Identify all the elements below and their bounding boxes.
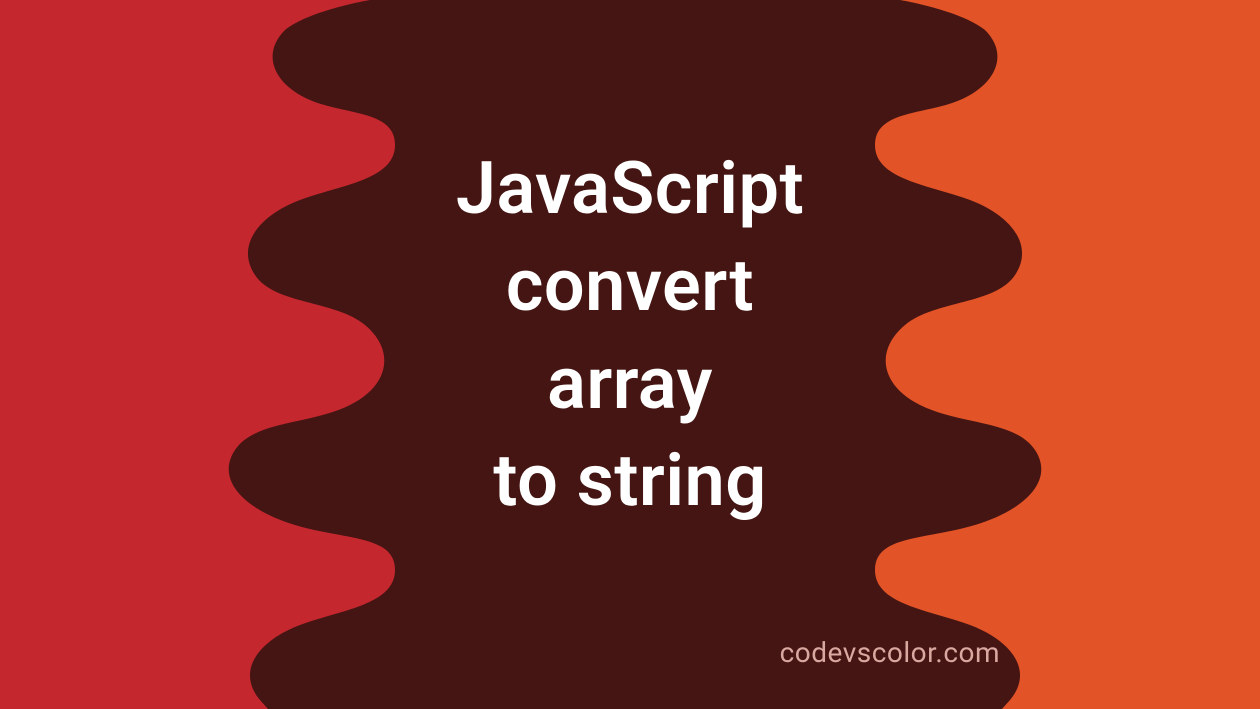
hero-title: JavaScript convert array to string [456, 140, 804, 529]
hero-content: JavaScript convert array to string [0, 0, 1260, 709]
site-credit: codevscolor.com [780, 636, 1000, 669]
